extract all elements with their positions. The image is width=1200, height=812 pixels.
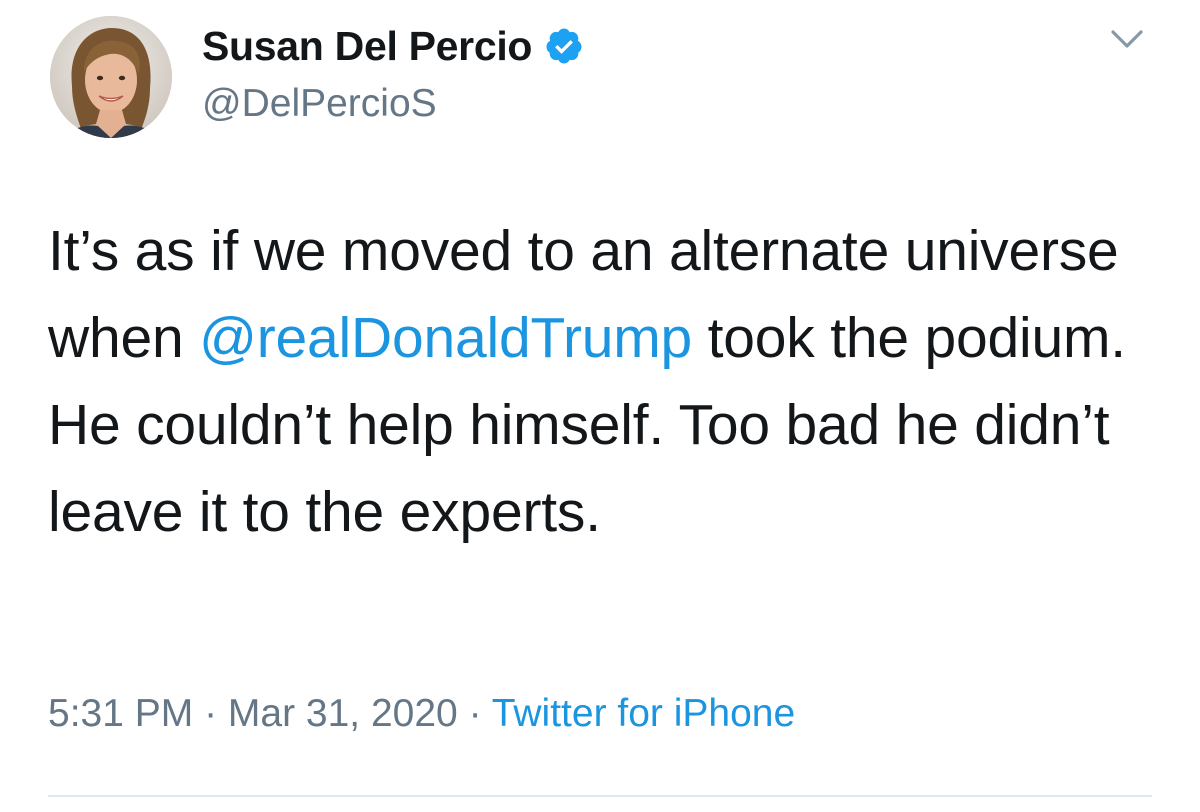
divider (48, 795, 1152, 797)
tweet-metadata: 5:31 PM · Mar 31, 2020 · Twitter for iPh… (48, 692, 795, 736)
tweet-text: It’s as if we moved to an alternate univ… (48, 208, 1168, 556)
avatar[interactable] (50, 16, 172, 138)
tweet-card: Susan Del Percio @DelPercioS It’s as if … (0, 0, 1200, 812)
mention-link[interactable]: @realDonaldTrump (199, 306, 692, 370)
meta-separator: · (193, 692, 228, 735)
chevron-down-icon[interactable] (1107, 24, 1147, 54)
tweet-source-link[interactable]: Twitter for iPhone (492, 692, 795, 735)
author-name-row: Susan Del Percio (202, 18, 584, 74)
meta-separator: · (457, 692, 492, 735)
author-handle[interactable]: @DelPercioS (202, 82, 437, 126)
verified-badge-icon (544, 26, 584, 66)
author-display-name[interactable]: Susan Del Percio (202, 23, 532, 70)
profile-photo-icon (50, 16, 172, 138)
tweet-date[interactable]: Mar 31, 2020 (228, 692, 458, 735)
tweet-time[interactable]: 5:31 PM (48, 692, 193, 735)
